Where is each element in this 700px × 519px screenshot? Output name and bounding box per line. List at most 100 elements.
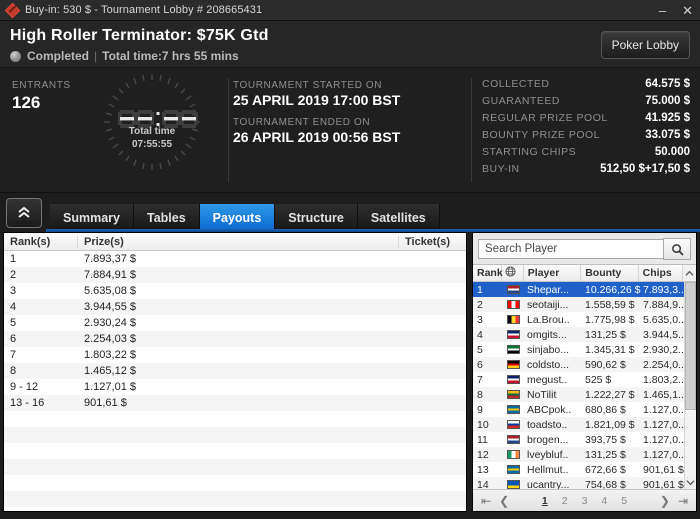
player-row[interactable]: 10 toadsto.. 1.821,09 $ 1.127,0... <box>473 417 684 432</box>
stat-label: STARTING CHIPS <box>482 146 577 158</box>
search-button[interactable] <box>663 238 691 260</box>
tab-structure[interactable]: Structure <box>275 204 358 232</box>
player-name-cell: NoTilit <box>527 388 557 401</box>
stat-row: BUY-IN 512,50 $+17,50 $ <box>482 163 690 175</box>
player-name-cell: toadsto.. <box>527 418 568 431</box>
player-row[interactable]: 1 Shepar... 10.266,26 $7.893,3... <box>473 282 684 297</box>
column-header-country[interactable] <box>502 265 524 281</box>
diamond-logo-icon <box>3 2 21 18</box>
table-row[interactable]: 8 1.465,12 $ <box>4 363 466 379</box>
player-rank-cell: 2 <box>477 298 483 311</box>
player-row[interactable]: 5 sinjabo... 1.345,31 $ 2.930,2... <box>473 342 684 357</box>
scrollbar-track[interactable] <box>685 410 696 475</box>
payout-rank-cell: 13 - 16 <box>10 397 45 409</box>
table-row[interactable] <box>4 491 466 507</box>
player-row[interactable]: 13 Hellmut.. 672,66 $ 901,61 $ <box>473 462 684 477</box>
collapse-panel-button[interactable] <box>6 198 42 228</box>
column-header-tickets[interactable]: Ticket(s) <box>398 235 466 248</box>
pagination-page-4[interactable]: 4 <box>601 495 607 507</box>
column-header-bounty[interactable]: Bounty <box>581 265 639 281</box>
table-row[interactable]: 6 2.254,03 $ <box>4 331 466 347</box>
table-row[interactable]: 1 7.893,37 $ <box>4 251 466 267</box>
player-row[interactable]: 4 omgits... 131,25 $ 3.944,5... <box>473 327 684 342</box>
country-flag-icon <box>502 345 524 354</box>
player-chips-cell: 901,61 $ <box>643 463 684 476</box>
next-page-icon[interactable]: ❯ <box>658 494 672 508</box>
table-row[interactable] <box>4 475 466 491</box>
total-time-text: Total time:7 hrs 55 mins <box>102 49 239 63</box>
table-row[interactable]: 13 - 16 901,61 $ <box>4 395 466 411</box>
table-row[interactable]: 3 5.635,08 $ <box>4 283 466 299</box>
player-name-cell: La.Brou.. <box>527 313 570 326</box>
player-row[interactable]: 7 megust.. 525 $ 1.803,2... <box>473 372 684 387</box>
column-header-prizes[interactable]: Prize(s) <box>78 236 398 248</box>
tab-tables[interactable]: Tables <box>133 204 200 232</box>
column-header-chips[interactable]: Chips <box>639 265 683 281</box>
poker-lobby-button[interactable]: Poker Lobby <box>600 31 690 59</box>
pagination-page-2[interactable]: 2 <box>562 495 568 507</box>
table-row[interactable] <box>4 411 466 427</box>
player-rank-cell: 14 <box>477 478 489 490</box>
country-flag-icon <box>502 480 524 489</box>
player-rank-cell: 6 <box>477 358 483 371</box>
payout-rank-cell: 3 <box>10 285 17 297</box>
last-page-icon[interactable]: ⇥ <box>676 494 690 508</box>
table-row[interactable]: 5 2.930,24 $ <box>4 315 466 331</box>
player-row[interactable]: 9 ABCpok.. 680,86 $ 1.127,0... <box>473 402 684 417</box>
payout-rank-cell: 2 <box>10 269 17 281</box>
payout-rank-cell: 7 <box>10 349 17 361</box>
player-chips-cell: 3.944,5... <box>643 328 684 341</box>
player-rank-cell: 11 <box>477 433 488 446</box>
table-row[interactable] <box>4 427 466 443</box>
stat-value: 64.575 $ <box>645 78 690 90</box>
player-bounty-cell: 525 $ <box>585 373 612 386</box>
table-row[interactable] <box>4 443 466 459</box>
previous-page-icon[interactable]: ❮ <box>497 494 511 508</box>
country-flag-icon <box>502 465 524 474</box>
payouts-row-list: 1 7.893,37 $ 2 7.884,91 $ 3 5.635,08 $ 4 3.944,… <box>4 251 466 511</box>
column-header-ranks[interactable]: Rank(s) <box>4 235 78 248</box>
player-chips-cell: 1.127,0... <box>643 403 684 416</box>
player-row[interactable]: 12 lveybluf.. 131,25 $ 1.127,0... <box>473 447 684 462</box>
pagination-page-1[interactable]: 1 <box>542 495 548 507</box>
scrollbar-thumb[interactable] <box>685 282 696 410</box>
stat-label: REGULAR PRIZE POOL <box>482 112 608 124</box>
player-row[interactable]: 11 brogen... 393,75 $ 1.127,0... <box>473 432 684 447</box>
table-row[interactable]: 9 - 12 1.127,01 $ <box>4 379 466 395</box>
scroll-up-button[interactable] <box>682 265 697 281</box>
table-row[interactable]: 7 1.803,22 $ <box>4 347 466 363</box>
tab-payouts[interactable]: Payouts <box>199 204 276 232</box>
player-row[interactable]: 3 La.Brou.. 1.775,98 $ 5.635,0... <box>473 312 684 327</box>
table-row[interactable] <box>4 459 466 475</box>
scroll-down-button[interactable] <box>685 475 696 489</box>
player-chips-cell: 2.254,0... <box>643 358 684 371</box>
country-flag-icon <box>502 285 524 294</box>
player-list-scrollbar[interactable] <box>684 282 696 489</box>
table-row[interactable]: 4 3.944,55 $ <box>4 299 466 315</box>
tab-summary[interactable]: Summary <box>50 204 134 232</box>
player-name-cell: coldsto... <box>527 358 570 371</box>
column-header-rank[interactable]: Rank <box>473 265 503 281</box>
search-input[interactable]: Search Player <box>478 239 663 259</box>
first-page-icon[interactable]: ⇤ <box>479 494 493 508</box>
table-row[interactable] <box>4 507 466 511</box>
player-row[interactable]: 14 ucantry... 754,68 $ 901,61 $ <box>473 477 684 489</box>
started-label: TOURNAMENT STARTED ON <box>233 80 383 91</box>
minimize-button[interactable]: – <box>656 4 669 17</box>
column-header-player[interactable]: Player <box>524 265 582 281</box>
player-row[interactable]: 6 coldsto... 590,62 $ 2.254,0... <box>473 357 684 372</box>
stat-row: COLLECTED 64.575 $ <box>482 78 690 90</box>
player-row[interactable]: 8 NoTilit 1.222,27 $ 1.465,1... <box>473 387 684 402</box>
stat-row: BOUNTY PRIZE POOL 33.075 $ <box>482 129 690 141</box>
chevron-down-icon <box>686 479 695 485</box>
table-row[interactable]: 2 7.884,91 $ <box>4 267 466 283</box>
player-chips-cell: 5.635,0... <box>643 313 684 326</box>
payout-prize-cell: 901,61 $ <box>84 397 127 409</box>
player-row[interactable]: 2 seotaiji... 1.558,59 $ 7.884,9... <box>473 297 684 312</box>
pagination-page-3[interactable]: 3 <box>582 495 588 507</box>
tab-bar: Summary Tables Payouts Structure Satelli… <box>0 193 700 232</box>
pagination-page-5[interactable]: 5 <box>621 495 627 507</box>
tab-satellites[interactable]: Satellites <box>357 204 440 232</box>
close-button[interactable]: ✕ <box>679 4 696 17</box>
player-bounty-cell: 672,66 $ <box>585 463 626 476</box>
